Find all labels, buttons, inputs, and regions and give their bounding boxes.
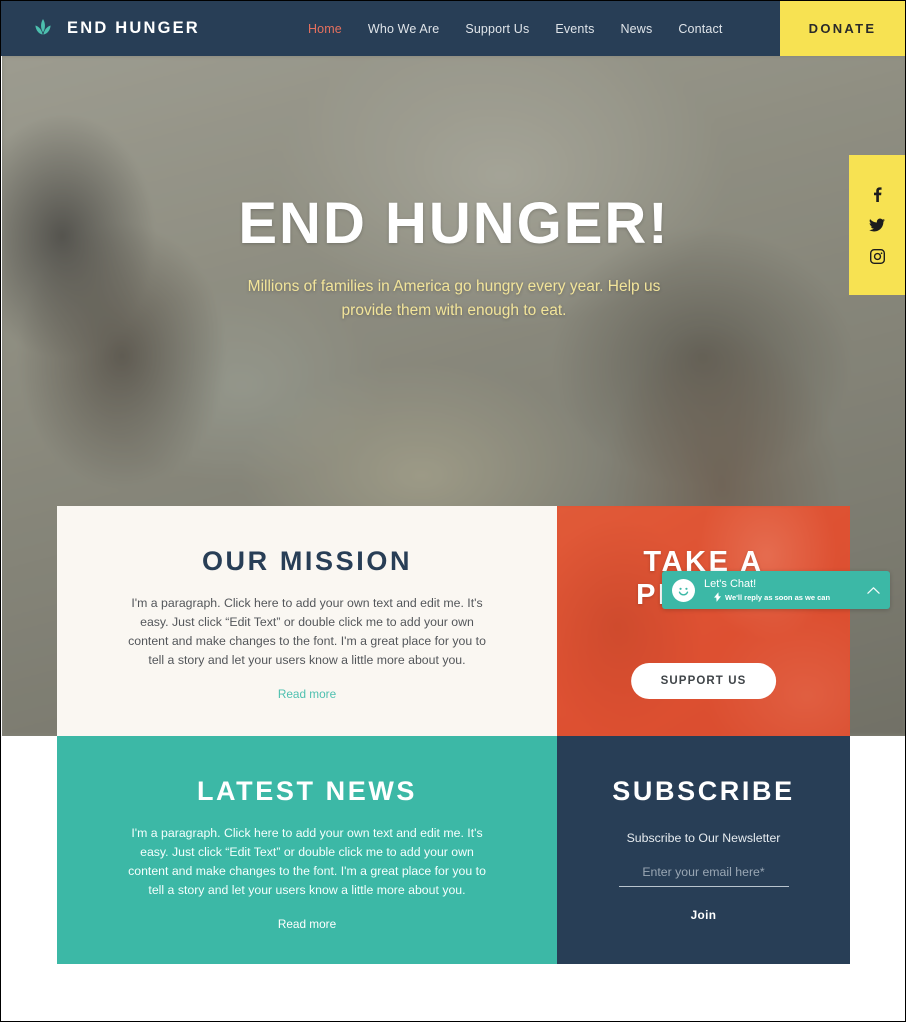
nav-item-contact[interactable]: Contact (678, 22, 722, 36)
donate-button[interactable]: DONATE (780, 1, 905, 56)
mission-heading: OUR MISSION (201, 546, 413, 576)
smiley-icon (674, 581, 693, 599)
page-frame: END HUNGER! Millions of families in Amer… (0, 0, 906, 1022)
subscribe-heading: SUBSCRIBE (612, 776, 795, 806)
panel-subscribe: SUBSCRIBE Subscribe to Our Newsletter Jo… (557, 736, 850, 964)
join-button[interactable]: Join (691, 908, 717, 922)
panel-our-mission: OUR MISSION I'm a paragraph. Click here … (57, 506, 557, 736)
support-us-button[interactable]: SUPPORT US (630, 663, 777, 699)
brand-name: END HUNGER (67, 19, 200, 37)
leaf-icon (35, 18, 51, 35)
instagram-icon[interactable] (869, 248, 885, 264)
chat-avatar (672, 578, 695, 602)
hero-copy: END HUNGER! Millions of families in Amer… (2, 191, 905, 323)
panel-take-a-pledge: TAKE A PLEDGE SUPPORT US (557, 506, 850, 736)
news-body: I'm a paragraph. Click here to add your … (128, 826, 486, 898)
chat-subtitle-row: We'll reply as soon as we can (704, 592, 858, 603)
main-navigation: Home Who We Are Support Us Events News C… (308, 22, 723, 36)
nav-item-events[interactable]: Events (555, 22, 594, 36)
chat-text: Let's Chat! We'll reply as soon as we ca… (704, 578, 858, 603)
mission-body: I'm a paragraph. Click here to add your … (128, 596, 486, 668)
mission-read-more-link[interactable]: Read more (278, 687, 336, 701)
brand-logo[interactable]: END HUNGER (31, 16, 200, 42)
chat-widget[interactable]: Let's Chat! We'll reply as soon as we ca… (662, 571, 890, 609)
twitter-icon[interactable] (869, 218, 885, 233)
news-heading: LATEST NEWS (196, 776, 418, 806)
hero-subtitle: Millions of families in America go hungr… (247, 277, 661, 319)
email-input[interactable] (618, 861, 789, 888)
nav-item-home[interactable]: Home (308, 22, 342, 36)
site-header: END HUNGER Home Who We Are Support Us Ev… (1, 1, 905, 56)
chat-subtitle: We'll reply as soon as we can (725, 592, 831, 602)
social-rail (849, 155, 905, 295)
chat-title: Let's Chat! (704, 577, 757, 590)
subscribe-note: Subscribe to Our Newsletter (626, 831, 781, 846)
nav-item-who-we-are[interactable]: Who We Are (368, 22, 439, 36)
nav-item-support-us[interactable]: Support Us (465, 22, 529, 36)
lightning-bolt-icon (714, 592, 721, 603)
nav-item-news[interactable]: News (620, 22, 652, 36)
hero-title: END HUNGER! (238, 191, 670, 256)
facebook-icon[interactable] (870, 186, 884, 202)
panel-latest-news: LATEST NEWS I'm a paragraph. Click here … (57, 736, 557, 964)
news-read-more-link[interactable]: Read more (278, 917, 336, 931)
chevron-up-icon[interactable] (867, 586, 880, 595)
